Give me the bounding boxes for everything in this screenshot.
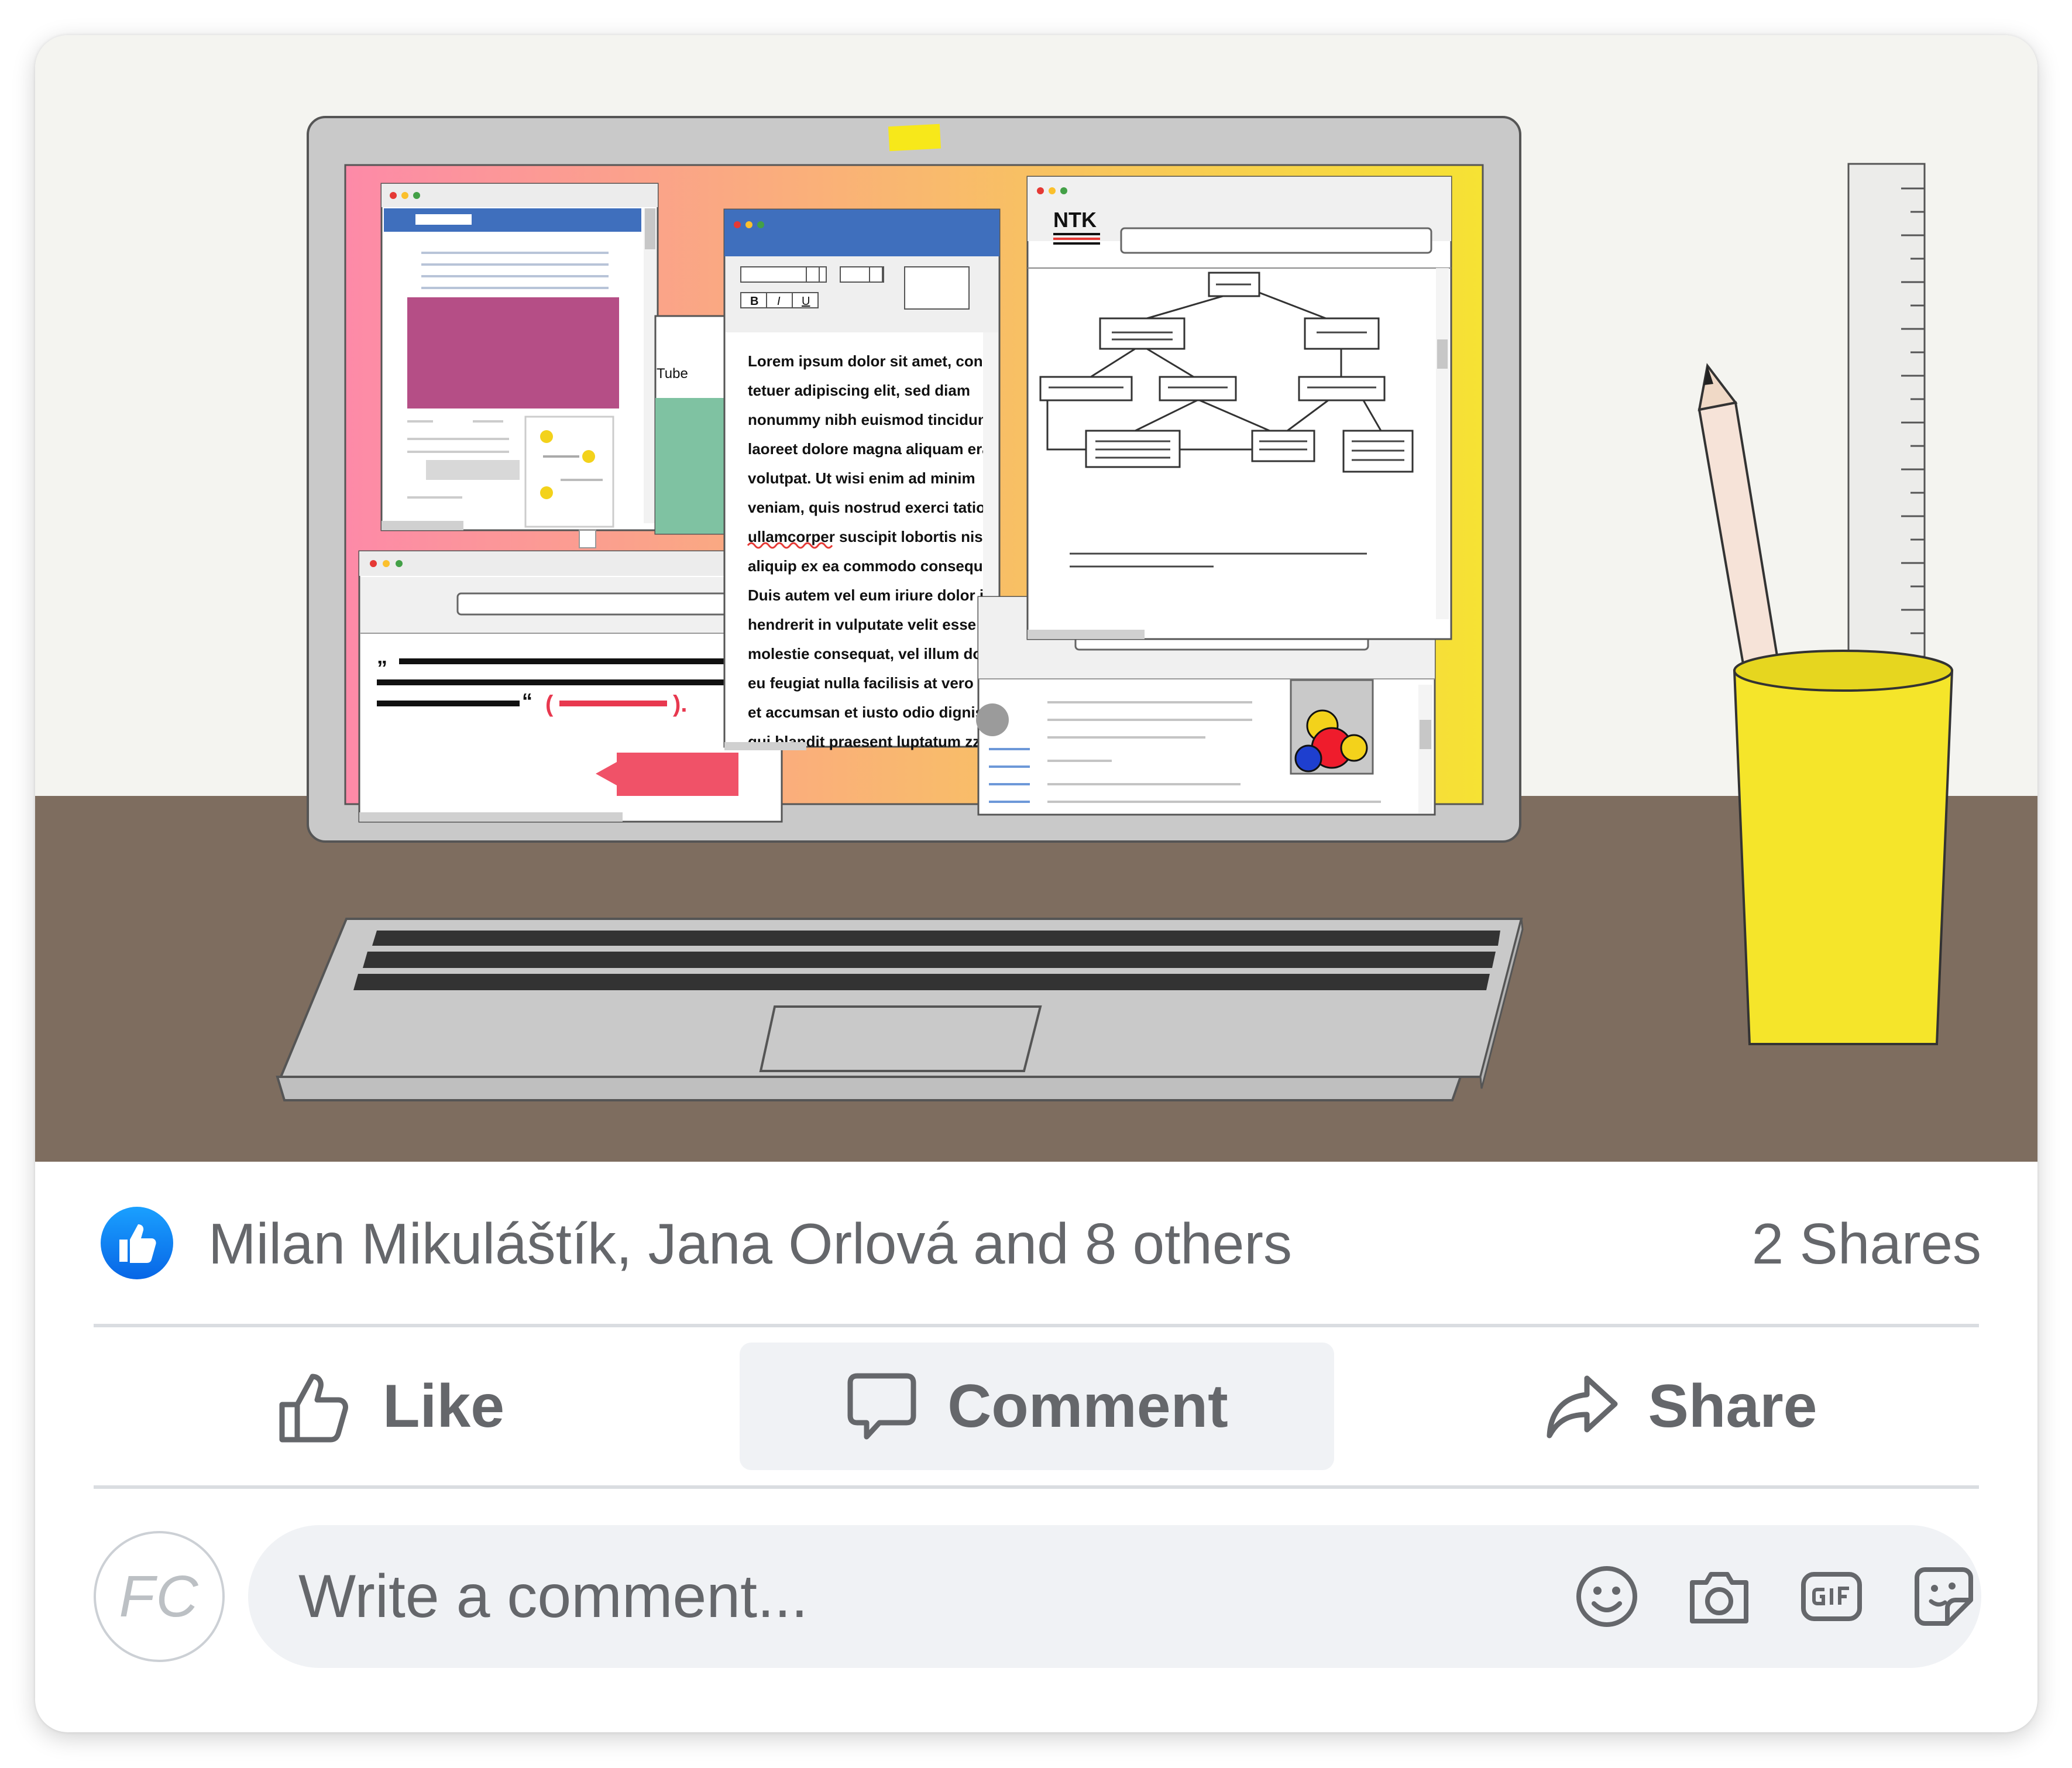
share-label: Share bbox=[1648, 1372, 1817, 1440]
like-label: Like bbox=[382, 1372, 505, 1440]
reaction-badge[interactable] bbox=[101, 1207, 173, 1279]
doc-line: molestie consequat, vel illum dol bbox=[748, 645, 986, 662]
doc-line: nonummy nibh euismod tincidun bbox=[748, 411, 987, 428]
doc-line: volutpat. Ut wisi enim ad minim bbox=[748, 469, 975, 487]
doc-line: tetuer adipiscing elit, sed diam bbox=[748, 382, 970, 399]
underline-button: U bbox=[802, 295, 810, 308]
bold-button: B bbox=[750, 295, 758, 308]
video-tab-label: Tube bbox=[657, 366, 688, 382]
sticker-icon[interactable] bbox=[1911, 1564, 1977, 1629]
citation-left: ( bbox=[545, 691, 554, 717]
reactors-summary[interactable]: Milan Mikuláštík, Jana Orlová and 8 othe… bbox=[208, 1211, 1292, 1276]
window-quote: ” “ ( ). bbox=[358, 550, 783, 823]
thumbs-up-icon bbox=[119, 1224, 156, 1263]
like-button[interactable]: Like bbox=[94, 1343, 688, 1470]
window-document: B I U Lorem ipsum dolor sit amet, cons t… bbox=[723, 208, 1001, 750]
quote-open: ” bbox=[377, 656, 387, 680]
speech-bubble-icon bbox=[847, 1373, 916, 1440]
divider bbox=[94, 1324, 1979, 1327]
quote-close: “ bbox=[522, 689, 532, 713]
post-image[interactable]: Tube ” “ ( ). B I U Lorem ipsum dolor si… bbox=[35, 35, 2037, 1162]
doc-line: laoreet dolore magna aliquam era bbox=[748, 440, 991, 458]
comment-placeholder: Write a comment... bbox=[298, 1563, 808, 1630]
camera-icon[interactable] bbox=[1686, 1564, 1752, 1629]
thumbs-up-outline-icon bbox=[279, 1374, 348, 1443]
diagram-logo: NTK bbox=[1053, 208, 1097, 232]
doc-line: ullamcorper suscipit lobortis nisl bbox=[748, 528, 987, 545]
gif-icon[interactable] bbox=[1799, 1564, 1864, 1629]
divider bbox=[94, 1485, 1979, 1489]
sticky-note bbox=[888, 123, 941, 152]
cup-icon bbox=[1733, 650, 1954, 1045]
citation-right: ). bbox=[673, 691, 687, 717]
keyboard-icon bbox=[353, 931, 1500, 990]
italic-button: I bbox=[777, 295, 781, 308]
doc-line: Lorem ipsum dolor sit amet, cons bbox=[748, 352, 991, 370]
comment-button[interactable]: Comment bbox=[740, 1343, 1334, 1470]
doc-line: eu feugiat nulla facilisis at vero er bbox=[748, 674, 992, 692]
doc-line: et accumsan et iusto odio digniss bbox=[748, 703, 992, 721]
emoji-icon[interactable] bbox=[1574, 1564, 1640, 1629]
touchpad bbox=[759, 1005, 1042, 1072]
doc-line: aliquip ex ea commodo consequa bbox=[748, 557, 992, 575]
shares-count[interactable]: 2 Shares bbox=[1752, 1211, 1981, 1276]
window-diagram: NTK bbox=[1026, 176, 1452, 640]
avatar[interactable]: FC bbox=[94, 1531, 225, 1662]
post-card: Tube ” “ ( ). B I U Lorem ipsum dolor si… bbox=[35, 35, 2037, 1732]
doc-line: veniam, quis nostrud exerci tation bbox=[748, 499, 995, 516]
comment-label: Comment bbox=[947, 1372, 1228, 1440]
ruler-icon bbox=[1847, 163, 1926, 727]
doc-line: hendrerit in vulputate velit esse bbox=[748, 616, 976, 633]
avatar-initials: FC bbox=[119, 1563, 200, 1629]
laptop-base bbox=[276, 918, 1524, 1101]
window-blog bbox=[380, 183, 659, 531]
share-arrow-icon bbox=[1547, 1375, 1618, 1439]
comment-input[interactable]: Write a comment... bbox=[248, 1525, 1981, 1668]
doc-line: Duis autem vel eum iriure dolor in bbox=[748, 586, 993, 604]
share-button[interactable]: Share bbox=[1384, 1343, 1979, 1470]
